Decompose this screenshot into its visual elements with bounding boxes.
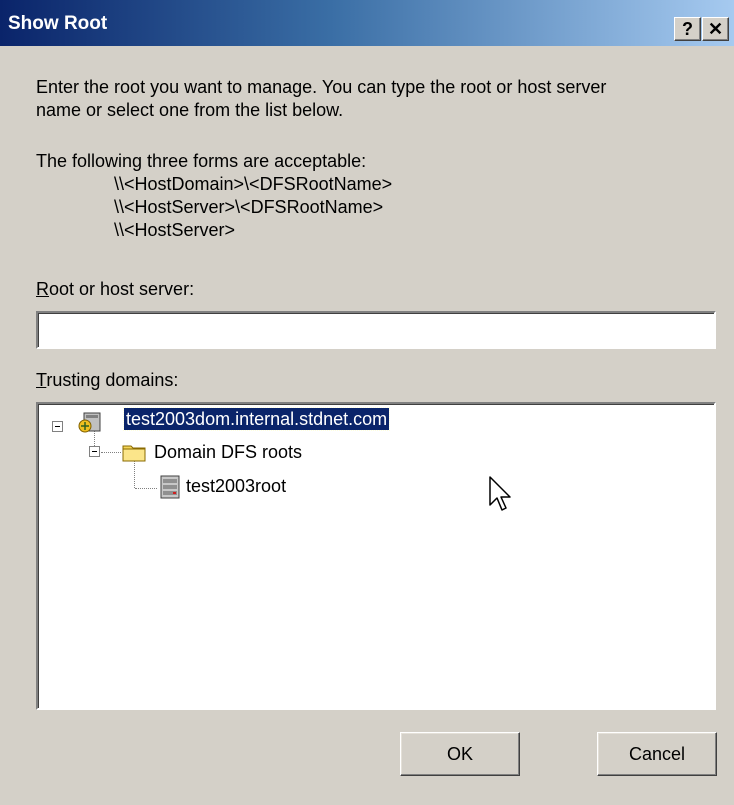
close-button[interactable]: ✕	[702, 17, 729, 41]
window-title: Show Root	[8, 13, 108, 34]
server-icon	[160, 475, 180, 499]
root-label-mnemonic: R	[36, 279, 49, 299]
tree-item-domain[interactable]: test2003dom.internal.stdnet.com	[122, 407, 391, 431]
folder-icon	[122, 445, 146, 462]
tree-item-domain-dfs-roots[interactable]: Domain DFS roots	[154, 441, 302, 463]
cancel-label: Cancel	[628, 743, 686, 764]
root-or-host-server-input[interactable]	[36, 311, 716, 349]
show-root-dialog: Show Root ? ✕ Enter the root you want to…	[0, 0, 734, 805]
close-icon: ✕	[707, 19, 724, 39]
root-label-text: oot or host server:	[49, 279, 195, 299]
root-label: test2003root	[186, 476, 287, 496]
domain-icon	[78, 412, 101, 433]
root-field-label: Root or host server:	[36, 278, 194, 300]
trusting-domains-label: Trusting domains:	[36, 369, 178, 391]
help-icon: ?	[682, 19, 693, 39]
intro-line-2: name or select one from the list below.	[36, 100, 344, 120]
form-2: \\<HostServer>\<DFSRootName>	[114, 197, 384, 217]
trusting-domains-tree[interactable]: test2003dom.internal.stdnet.com Domain D…	[36, 402, 716, 710]
cancel-button[interactable]: Cancel	[597, 732, 717, 776]
group-collapse-toggle[interactable]	[89, 446, 100, 457]
title-bar[interactable]: Show Root ? ✕	[0, 0, 734, 46]
tree-item-test2003root[interactable]: test2003root	[186, 475, 286, 497]
form-1: \\<HostDomain>\<DFSRootName>	[114, 174, 393, 194]
group-label: Domain DFS roots	[154, 442, 303, 462]
forms-heading: The following three forms are acceptable…	[36, 151, 367, 171]
intro-line-1: Enter the root you want to manage. You c…	[36, 77, 607, 97]
domain-label: test2003dom.internal.stdnet.com	[122, 407, 391, 431]
trusting-label-mnemonic: T	[36, 370, 47, 390]
form-3: \\<HostServer>	[114, 220, 236, 240]
help-button[interactable]: ?	[674, 17, 701, 41]
domain-collapse-toggle[interactable]	[52, 421, 63, 432]
trusting-label-text: rusting domains:	[46, 370, 179, 390]
ok-button[interactable]: OK	[400, 732, 520, 776]
mouse-cursor-icon	[489, 476, 511, 511]
ok-label: OK	[446, 743, 473, 764]
